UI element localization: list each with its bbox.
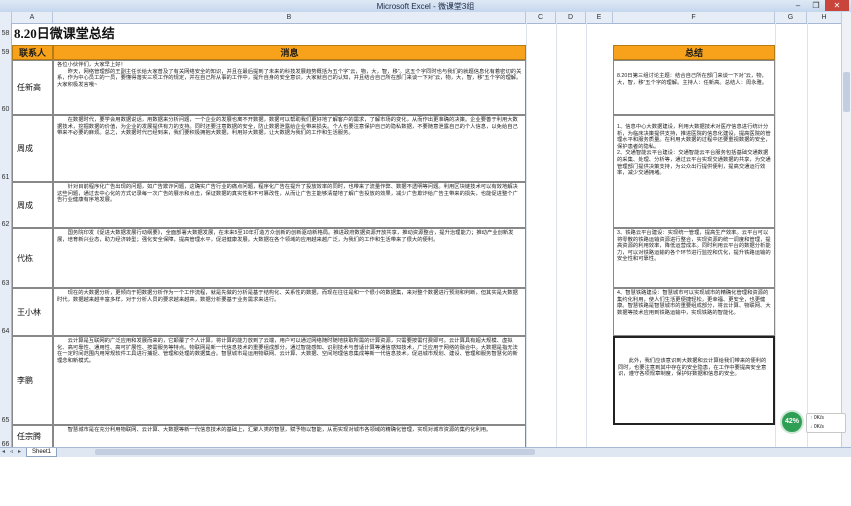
column-header-e[interactable]: E [586,12,613,23]
summary-cell[interactable]: 8.20日第三组讨论主题：结合自己所在部门来谈一下对“云，物，大，智，移”五个字… [613,60,775,115]
row-header[interactable]: 58 [0,23,12,45]
page-title: 8.20日微课堂总结 [14,26,115,41]
message-cell[interactable]: 在数据时代，要学会用数据说话，用数据来分析问题，一个企业的发展也离不开数据，数据… [53,115,526,182]
header-message[interactable]: 消息 [53,45,526,60]
speed-ring[interactable]: 42% [780,410,804,434]
close-button[interactable]: ✕ [825,0,849,11]
column-header-c[interactable]: C [526,12,556,23]
row-header[interactable]: 64 [0,288,12,336]
row-header[interactable]: 62 [0,182,12,228]
message-cell[interactable]: 各位小伙伴们，大家早上好！ 昨天，网络管理部的王副主任长给大家普及了有关网络安全… [53,60,526,115]
contact-cell[interactable]: 任宗腾 [12,425,53,448]
window-title: Microsoft Excel - 微课堂3组 [376,2,475,11]
column-header-a[interactable]: A [12,12,53,23]
minimize-button[interactable]: – [789,0,807,11]
column-header-d[interactable]: D [556,12,586,23]
vertical-scroll-thumb[interactable] [843,72,850,112]
contact-cell[interactable]: 代栋 [12,228,53,288]
message-cell[interactable]: 云计算是互联网的广泛应用和发展而来的，它颠覆了个人计算，将计算的能力放到了云端，… [53,336,526,425]
select-all-corner[interactable] [0,12,12,23]
first-sheet-icon[interactable]: ◂ [2,448,7,456]
horizontal-scroll-thumb[interactable] [95,449,535,455]
download-arrow-icon: ↓ [810,424,813,430]
restore-button[interactable]: ❐ [807,0,825,11]
vertical-scrollbar[interactable] [841,12,851,448]
header-contact[interactable]: 联系人 [12,45,53,60]
row-header[interactable]: 61 [0,115,12,182]
speed-panel: ↑ 0K/s ↓ 0K/s [806,413,846,433]
summary-cell[interactable]: 1、信息中心大数据建设，利用大数据技术对医疗信息进行统计分析，为临床决策提供支持… [613,115,775,228]
window-controls: – ❐ ✕ [789,0,849,11]
message-cell[interactable]: 智慧城市是在充分利用物联网、云计算、大数据等新一代信息技术的基础上，汇聚人类的智… [53,425,526,448]
row-header[interactable]: 65 [0,336,12,425]
column-header-f[interactable]: F [613,12,775,23]
upload-speed: 0K/s [813,415,824,421]
message-cell[interactable]: 国务院印发《促进大数据发展行动纲要》，全面部署大数据发展，在未来5至10年打造方… [53,228,526,288]
summary-cell[interactable]: 3、铁路云平台建设：实现统一管理，提高生产效率。云平台可以将零散的铁路运输资源进… [613,228,775,288]
contact-cell[interactable]: 任新高 [12,60,53,115]
message-cell[interactable]: 现在的大数据分析，更倾向于把数据分析作为一个工作流程，就是先做的分析是基于结构化… [53,288,526,336]
contact-cell[interactable]: 李鹏 [12,336,53,425]
network-speed-widget[interactable]: 42% ↑ 0K/s ↓ 0K/s [780,410,846,436]
download-speed: 0K/s [813,424,824,430]
row-header[interactable]: 60 [0,60,12,115]
contact-cell[interactable]: 周成 [12,115,53,182]
contact-cell[interactable]: 王小林 [12,288,53,336]
sheet-tab-bar: ◂ ◃ ▸ Sheet1 [0,447,851,457]
row-header[interactable]: 66 [0,425,12,448]
upload-arrow-icon: ↑ [810,415,813,421]
row-header[interactable]: 63 [0,228,12,288]
column-header-h[interactable]: H [807,12,842,23]
header-summary[interactable]: 总结 [613,45,775,60]
column-header-b[interactable]: B [53,12,526,23]
message-cell[interactable]: 针对目前程序化广告出现的问题，如广告欺诈问题，这确实广告行业的痛点问题，程序化广… [53,182,526,228]
summary-cell-selected[interactable]: 此外，我们应该意识到大数据和云计算给我们带来的便利的同时，也要注意到其中存在的安… [613,336,775,425]
sheet-tab-sheet1[interactable]: Sheet1 [26,448,58,457]
row-header[interactable]: 59 [0,45,12,60]
contact-cell[interactable]: 周成 [12,182,53,228]
column-header-g[interactable]: G [775,12,807,23]
prev-sheet-icon[interactable]: ◃ [10,448,15,456]
next-sheet-icon[interactable]: ▸ [18,448,23,456]
summary-cell[interactable]: 4、智慧铁路建设：智慧城市可以实现城市的精确化管理和资源的集约化利用，使人们生活… [613,288,775,336]
